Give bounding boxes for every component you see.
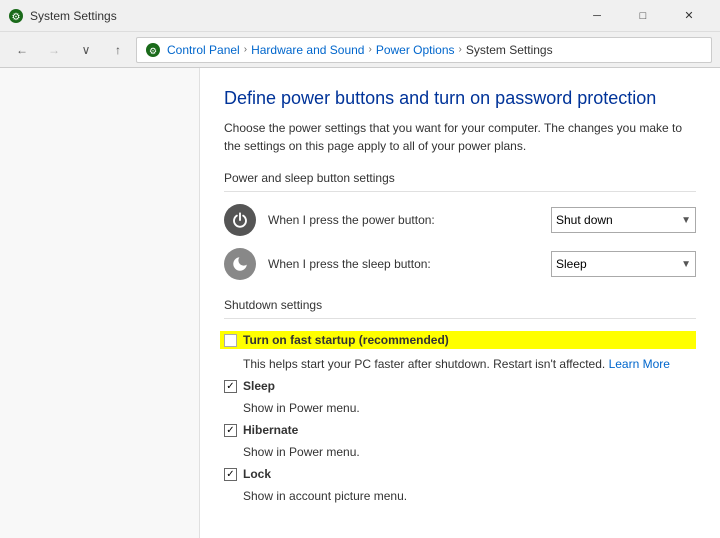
hibernate-row: ✓ Hibernate (224, 423, 696, 437)
fast-startup-label: Turn on fast startup (recommended) (243, 333, 449, 347)
breadcrumb: ⚙ Control Panel › Hardware and Sound › P… (136, 37, 712, 63)
power-button-label: When I press the power button: (268, 213, 539, 227)
fast-startup-checkbox[interactable] (224, 334, 237, 347)
breadcrumb-sep-3: › (459, 44, 462, 55)
power-button-icon (224, 204, 256, 236)
breadcrumb-sep-1: › (244, 44, 247, 55)
lock-row: ✓ Lock (224, 467, 696, 481)
maximize-button[interactable]: □ (620, 0, 666, 32)
content-area: Define power buttons and turn on passwor… (200, 68, 720, 538)
fast-startup-row: Turn on fast startup (recommended) (220, 331, 696, 349)
hibernate-label: Hibernate (243, 423, 298, 437)
page-title: Define power buttons and turn on passwor… (224, 88, 696, 109)
sleep-button-label: When I press the sleep button: (268, 257, 539, 271)
sleep-button-icon (224, 248, 256, 280)
power-button-value: Shut down (556, 213, 613, 227)
sleep-checkbox[interactable]: ✓ (224, 380, 237, 393)
page-description: Choose the power settings that you want … (224, 119, 696, 155)
dropdown-button[interactable]: ∨ (72, 36, 100, 64)
app-icon: ⚙ (8, 8, 24, 24)
breadcrumb-hardware-sound[interactable]: Hardware and Sound (251, 43, 364, 57)
sleep-button-dropdown-arrow: ▼ (681, 259, 691, 270)
breadcrumb-sep-2: › (368, 44, 371, 55)
power-button-dropdown[interactable]: Shut down ▼ (551, 207, 696, 233)
sidebar (0, 68, 200, 538)
breadcrumb-current: System Settings (466, 43, 553, 57)
title-bar-controls: ─ □ ✕ (574, 0, 712, 32)
power-button-section-header: Power and sleep button settings (224, 171, 696, 192)
lock-desc: Show in account picture menu. (243, 489, 696, 503)
shutdown-section: Shutdown settings Turn on fast startup (… (224, 298, 696, 503)
forward-button[interactable]: → (40, 36, 68, 64)
svg-text:⚙: ⚙ (12, 12, 21, 23)
learn-more-link[interactable]: Learn More (609, 357, 670, 371)
close-button[interactable]: ✕ (666, 0, 712, 32)
sleep-desc: Show in Power menu. (243, 401, 696, 415)
fast-startup-desc: This helps start your PC faster after sh… (243, 357, 696, 371)
hibernate-checkbox[interactable]: ✓ (224, 424, 237, 437)
lock-checkbox[interactable]: ✓ (224, 468, 237, 481)
lock-label: Lock (243, 467, 271, 481)
nav-bar: ← → ∨ ↑ ⚙ Control Panel › Hardware and S… (0, 32, 720, 68)
sleep-label: Sleep (243, 379, 275, 393)
title-bar-text: System Settings (30, 9, 117, 23)
breadcrumb-icon: ⚙ (145, 42, 161, 58)
power-button-dropdown-arrow: ▼ (681, 215, 691, 226)
shutdown-section-header: Shutdown settings (224, 298, 696, 319)
sleep-button-dropdown[interactable]: Sleep ▼ (551, 251, 696, 277)
svg-text:⚙: ⚙ (149, 46, 157, 56)
minimize-button[interactable]: ─ (574, 0, 620, 32)
title-bar: ⚙ System Settings ─ □ ✕ (0, 0, 720, 32)
hibernate-desc: Show in Power menu. (243, 445, 696, 459)
sleep-button-row: When I press the sleep button: Sleep ▼ (224, 248, 696, 280)
power-button-row: When I press the power button: Shut down… (224, 204, 696, 236)
sleep-button-value: Sleep (556, 257, 587, 271)
breadcrumb-control-panel[interactable]: Control Panel (167, 43, 240, 57)
breadcrumb-power-options[interactable]: Power Options (376, 43, 455, 57)
up-button[interactable]: ↑ (104, 36, 132, 64)
main-content: Define power buttons and turn on passwor… (0, 68, 720, 538)
back-button[interactable]: ← (8, 36, 36, 64)
sleep-row: ✓ Sleep (224, 379, 696, 393)
